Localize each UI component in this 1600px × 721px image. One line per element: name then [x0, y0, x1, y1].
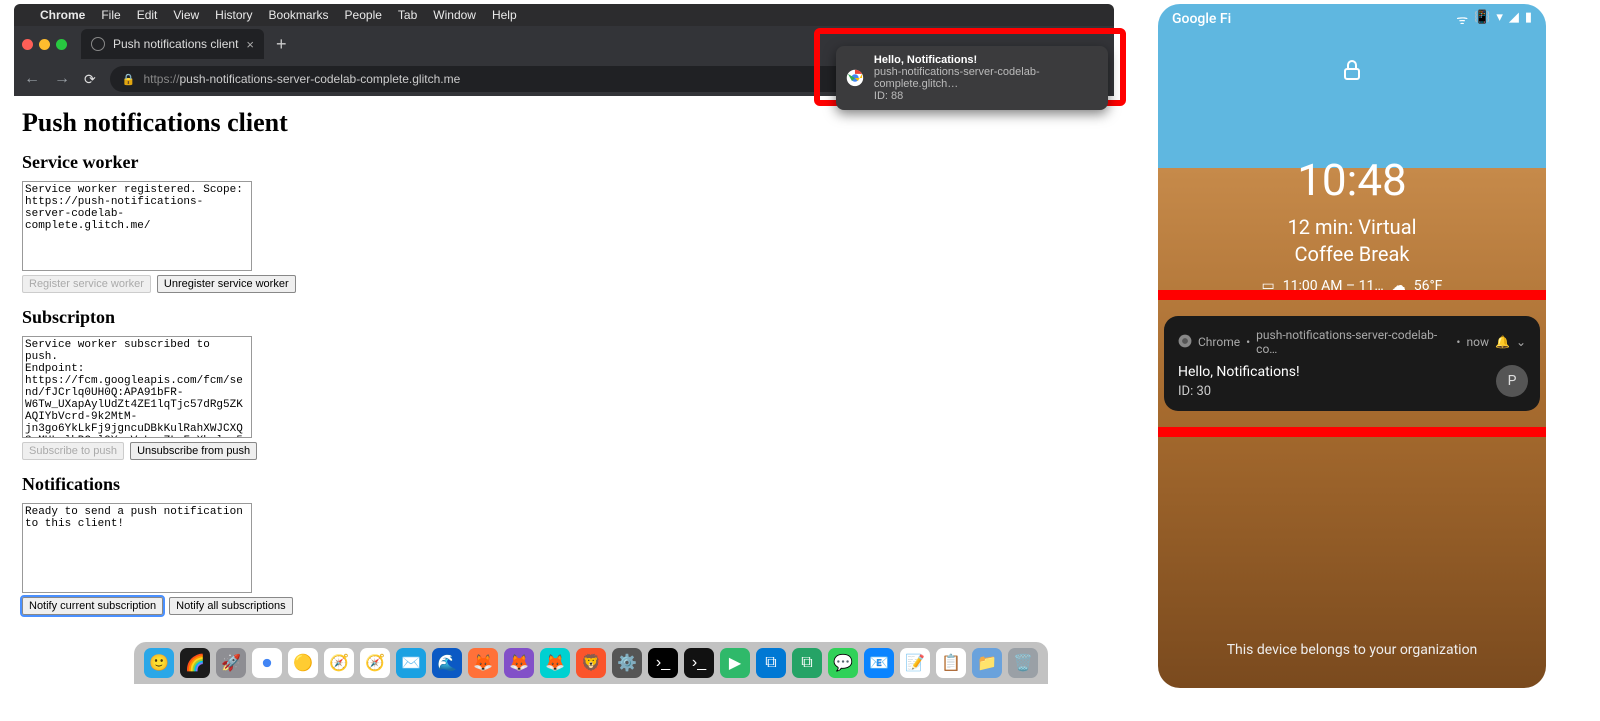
close-tab-icon[interactable]: ×	[246, 37, 254, 52]
globe-icon	[91, 37, 105, 51]
subscription-heading: Subscripton	[22, 307, 1106, 328]
traffic-lights	[22, 39, 67, 50]
dock-firefox-dev[interactable]: 🦊	[504, 648, 534, 678]
vibrate-icon: 📳	[1474, 10, 1490, 28]
mac-browser-window: Chrome File Edit View History Bookmarks …	[14, 4, 1114, 684]
forward-button[interactable]: →	[54, 70, 70, 88]
dock-settings[interactable]: ⚙️	[612, 648, 642, 678]
android-notification[interactable]: Chrome • push-notifications-server-codel…	[1164, 316, 1540, 411]
mac-notif-source: push-notifications-server-codelab-comple…	[874, 66, 1098, 90]
menu-view[interactable]: View	[173, 8, 199, 22]
dock-launchpad[interactable]: 🚀	[216, 648, 246, 678]
page-title: Push notifications client	[22, 108, 1106, 138]
notifications-heading: Notifications	[22, 474, 1106, 495]
nfc-icon: ᯤ	[1456, 10, 1468, 28]
dock-edge[interactable]: 🌊	[432, 648, 462, 678]
url-host: push-notifications-server-codelab-comple…	[179, 72, 460, 86]
chrome-icon	[846, 68, 864, 88]
dock-mail[interactable]: ✉️	[396, 648, 426, 678]
notifications-textarea[interactable]: Ready to send a push notification to thi…	[22, 503, 252, 593]
dock-camtasia[interactable]: ▶	[720, 648, 750, 678]
dock-chrome[interactable]	[252, 648, 282, 678]
dock-safari[interactable]: 🧭	[324, 648, 354, 678]
mac-dock: 🙂 🌈 🚀 🟡 🧭 🧭 ✉️ 🌊 🦊 🦊 🦊 🦁 ⚙️ ›_ ›_ ▶ ⧉ ⧉ …	[134, 642, 1048, 684]
menu-people[interactable]: People	[345, 8, 382, 22]
dock-terminal[interactable]: ›_	[648, 648, 678, 678]
notif-avatar: P	[1496, 365, 1528, 397]
notif-time: now	[1466, 335, 1489, 349]
dock-messages[interactable]: 💬	[828, 648, 858, 678]
notif-app: Chrome	[1198, 335, 1240, 349]
register-sw-button: Register service worker	[22, 275, 151, 293]
sw-heading: Service worker	[22, 152, 1106, 173]
notif-body: ID: 30	[1178, 384, 1526, 399]
bell-icon: 🔔	[1495, 335, 1510, 349]
status-icons: ᯤ 📳 ▾ ◢ ▮	[1456, 10, 1532, 28]
android-notification-highlight: Chrome • push-notifications-server-codel…	[1158, 290, 1546, 437]
mac-notif-body: ID: 88	[874, 90, 1098, 102]
notif-title: Hello, Notifications!	[1178, 364, 1526, 380]
minimize-window-button[interactable]	[39, 39, 50, 50]
dock-firefox-nightly[interactable]: 🦊	[540, 648, 570, 678]
menu-window[interactable]: Window	[433, 8, 476, 22]
menu-file[interactable]: File	[101, 8, 120, 22]
dock-vscode-insiders[interactable]: ⧉	[792, 648, 822, 678]
menu-help[interactable]: Help	[492, 8, 517, 22]
subscribe-button: Subscribe to push	[22, 442, 124, 460]
chrome-icon	[1178, 334, 1192, 351]
wifi-icon: ▾	[1496, 10, 1503, 28]
android-phone: Google Fi ᯤ 📳 ▾ ◢ ▮ 10:48 12 min: Virtua…	[1158, 4, 1546, 688]
dock-chrome-canary[interactable]: 🟡	[288, 648, 318, 678]
url-scheme: https://	[143, 72, 179, 86]
dock-safari-tp[interactable]: 🧭	[360, 648, 390, 678]
subscription-textarea[interactable]: Service worker subscribed to push. Endpo…	[22, 336, 252, 438]
unregister-sw-button[interactable]: Unregister service worker	[157, 275, 296, 293]
new-tab-button[interactable]: +	[270, 34, 293, 55]
back-button[interactable]: ←	[24, 70, 40, 88]
reload-button[interactable]: ⟳	[84, 71, 96, 88]
dock-firefox[interactable]: 🦊	[468, 648, 498, 678]
dock-vscode[interactable]: ⧉	[756, 648, 786, 678]
menu-tab[interactable]: Tab	[398, 8, 417, 22]
phone-statusbar: Google Fi ᯤ 📳 ▾ ◢ ▮	[1158, 4, 1546, 34]
dock-finder[interactable]: 🙂	[144, 648, 174, 678]
menu-edit[interactable]: Edit	[137, 8, 158, 22]
menu-bookmarks[interactable]: Bookmarks	[269, 8, 329, 22]
app-menu[interactable]: Chrome	[40, 8, 85, 22]
tab-title: Push notifications client	[113, 37, 238, 51]
signal-icon: ◢	[1509, 10, 1519, 28]
unsubscribe-button[interactable]: Unsubscribe from push	[130, 442, 257, 460]
lockscreen-clock: 10:48	[1158, 154, 1546, 206]
maximize-window-button[interactable]	[56, 39, 67, 50]
browser-tab[interactable]: Push notifications client ×	[81, 29, 264, 59]
chevron-down-icon[interactable]: ⌄	[1516, 335, 1526, 349]
dock-notes[interactable]: 📝	[900, 648, 930, 678]
dock-outlook[interactable]: 📧	[864, 648, 894, 678]
mac-notification[interactable]: Hello, Notifications! push-notifications…	[836, 46, 1108, 110]
dock-downloads[interactable]: 📁	[972, 648, 1002, 678]
dock-iterm[interactable]: ›_	[684, 648, 714, 678]
lock-icon	[1158, 58, 1546, 88]
battery-icon: ▮	[1525, 10, 1532, 28]
carrier-label: Google Fi	[1172, 11, 1231, 27]
dock-reminders[interactable]: 📋	[936, 648, 966, 678]
dock-brave[interactable]: 🦁	[576, 648, 606, 678]
mac-notif-title: Hello, Notifications!	[874, 54, 1098, 66]
lockscreen-event: 12 min: Virtual Coffee Break	[1158, 214, 1546, 268]
notif-source: push-notifications-server-codelab-co…	[1256, 328, 1450, 356]
dock-siri[interactable]: 🌈	[180, 648, 210, 678]
menu-history[interactable]: History	[215, 8, 252, 22]
notify-current-button[interactable]: Notify current subscription	[22, 597, 163, 615]
sw-status-textarea[interactable]: Service worker registered. Scope: https:…	[22, 181, 252, 271]
mac-notification-highlight: Hello, Notifications! push-notifications…	[814, 28, 1126, 106]
dock-trash[interactable]: 🗑️	[1008, 648, 1038, 678]
mac-menubar: Chrome File Edit View History Bookmarks …	[14, 4, 1114, 26]
page-content: Push notifications client Service worker…	[14, 96, 1114, 627]
org-label: This device belongs to your organization	[1158, 642, 1546, 658]
close-window-button[interactable]	[22, 39, 33, 50]
notify-all-button[interactable]: Notify all subscriptions	[169, 597, 292, 615]
lock-icon: 🔒	[122, 73, 136, 86]
